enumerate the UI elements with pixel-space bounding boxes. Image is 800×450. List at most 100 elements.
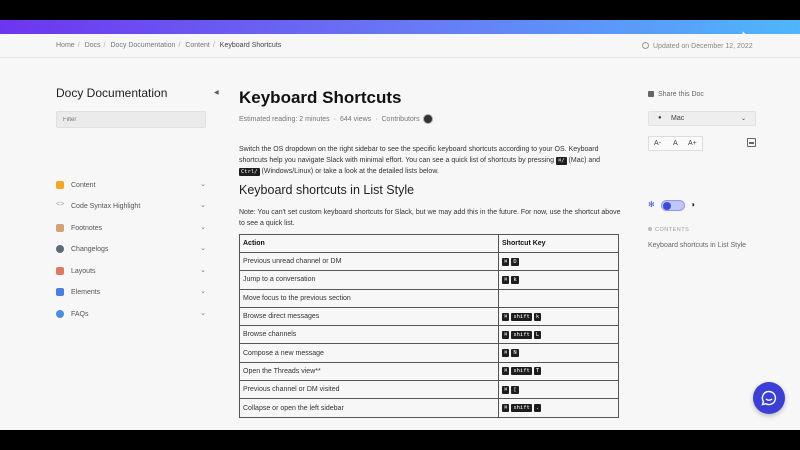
content-icon — [56, 181, 64, 189]
shortcut-key: shift — [511, 312, 532, 321]
shortcut-cell: ⌘ shift L — [498, 325, 619, 345]
font-reset-button[interactable]: A — [673, 140, 678, 147]
shortcut-key: ⌘ — [502, 367, 510, 376]
action-cell: Open the Threads view** — [239, 361, 499, 382]
shortcut-key: N — [511, 349, 519, 358]
mac-shortcut-key: ⌘/ — [555, 157, 567, 165]
action-cell: Previous unread channel or DM — [239, 251, 499, 272]
shortcut-cell — [498, 288, 619, 308]
table-row: Previous channel or DM visited ⌘[ — [239, 380, 619, 400]
intro-text: Switch the OS dropdown on the right side… — [239, 146, 599, 164]
shortcut-key: k — [511, 275, 519, 284]
table-row: Browse channels ⌘ shift L — [239, 325, 619, 345]
action-cell: Browse channels — [239, 325, 499, 345]
reading-time: Estimated reading: 2 minutes — [239, 116, 330, 123]
sidebar-filter-input[interactable] — [56, 111, 206, 128]
shortcut-key: ⌘ — [502, 312, 510, 321]
chevron-down-icon[interactable]: ⌄ — [200, 201, 206, 209]
code-icon: <> — [56, 201, 65, 208]
contents-heading-label: CONTENTS — [655, 227, 690, 233]
sidebar-item-label: Layouts — [71, 268, 96, 275]
table-row: Open the Threads view** ⌘ shift T — [239, 361, 619, 382]
breadcrumb-docs[interactable]: Docs — [85, 42, 101, 49]
table-header-row: Action Shortcut Key — [239, 234, 619, 253]
sidebar-item-label: Code Syntax Highlight — [71, 203, 141, 210]
sidebar-item-code-syntax[interactable]: <> Code Syntax Highlight ⌄ — [56, 201, 208, 215]
breadcrumb-home[interactable]: Home — [56, 42, 75, 49]
table-row: Move focus to the previous section — [239, 288, 619, 308]
layouts-icon — [56, 267, 64, 275]
chevron-down-icon[interactable]: ⌄ — [200, 287, 206, 295]
shortcut-key: shift — [511, 404, 532, 413]
action-cell: Move focus to the previous section — [239, 288, 499, 308]
contributors-label: Contributors — [381, 116, 420, 123]
sidebar-item-label: Content — [71, 182, 96, 189]
article-meta: Estimated reading: 2 minutes · 644 views · C… — [239, 114, 433, 124]
chevron-down-icon[interactable]: ⌄ — [200, 223, 206, 231]
shortcut-key: ⌘ — [502, 385, 510, 394]
sidebar-item-content[interactable]: Content ⌄ — [56, 180, 208, 194]
sidebar-collapse-icon[interactable]: ◀ — [214, 89, 219, 96]
shortcut-key: [ — [511, 385, 519, 394]
dark-mode-toggle[interactable] — [661, 200, 685, 211]
font-decrease-button[interactable]: A- — [654, 140, 661, 147]
sidebar-item-layouts[interactable]: Layouts ⌄ — [56, 266, 208, 280]
shortcut-key: k — [533, 312, 542, 321]
intro-paragraph: Switch the OS dropdown on the right side… — [239, 144, 621, 177]
contents-link[interactable]: Keyboard shortcuts in List Style — [648, 242, 746, 249]
chevron-down-icon[interactable]: ⌄ — [200, 180, 206, 188]
chevron-down-icon: ⌄ — [740, 116, 746, 122]
breadcrumb-bar: Home / Docs / Docy Documentation / Content /… — [0, 34, 800, 58]
shortcut-cell: ⌘ k — [498, 270, 619, 290]
breadcrumb-content[interactable]: Content — [185, 42, 210, 49]
intro-text: (Mac) and — [566, 157, 601, 164]
moon-icon: ◗ — [691, 200, 696, 209]
sidebar-item-faqs[interactable]: FAQs ⌄ — [56, 309, 208, 323]
share-doc[interactable]: Share this Doc — [648, 91, 704, 98]
sun-icon: ✻ — [648, 200, 655, 209]
avatar[interactable] — [422, 114, 433, 124]
action-cell: Previous channel or DM visited — [239, 380, 499, 400]
action-cell: Collapse or open the left sidebar — [239, 398, 499, 418]
breadcrumb-current: Keyboard Shortcuts — [219, 42, 282, 49]
section-heading: Keyboard shortcuts in List Style — [239, 183, 415, 197]
sidebar-title[interactable]: Docy Documentation — [56, 86, 167, 100]
chevron-down-icon[interactable]: ⌄ — [200, 266, 206, 274]
font-increase-button[interactable]: A+ — [688, 140, 697, 147]
sidebar-item-label: Footnotes — [71, 225, 103, 232]
chat-button[interactable] — [753, 382, 785, 414]
shortcuts-table: Action Shortcut Key Previous unread chan… — [239, 234, 619, 418]
chevron-down-icon[interactable]: ⌄ — [200, 244, 206, 252]
share-label: Share this Doc — [658, 91, 704, 98]
chat-icon — [761, 390, 777, 406]
os-dropdown[interactable]: ● Mac ⌄ — [648, 111, 756, 126]
sidebar-item-changelogs[interactable]: Changelogs ⌄ — [56, 244, 208, 258]
top-black-bar — [0, 0, 800, 20]
sidebar-item-elements[interactable]: Elements ⌄ — [56, 287, 208, 301]
shortcut-key: shift — [511, 367, 532, 376]
note-paragraph: Note: You can't set custom keyboard shor… — [239, 209, 621, 227]
contents-icon — [648, 227, 652, 231]
shortcut-key: ⌘ — [502, 257, 510, 266]
chevron-down-icon[interactable]: ⌄ — [200, 309, 206, 317]
column-header-shortcut: Shortcut Key — [498, 234, 619, 253]
contents-heading: CONTENTS — [648, 227, 689, 233]
shortcut-key: shift — [511, 330, 532, 339]
print-icon[interactable] — [747, 138, 756, 147]
shortcut-key: T — [533, 367, 542, 376]
shortcut-key: ⌘ — [502, 275, 510, 284]
apple-icon: ● — [658, 115, 662, 121]
shortcut-cell: ⌘ shift T — [498, 361, 619, 382]
breadcrumb-docy-documentation[interactable]: Docy Documentation — [110, 42, 175, 49]
action-cell: Jump to a conversation — [239, 270, 499, 290]
table-row: Browse direct messages ⌘ shift k — [239, 306, 619, 327]
action-cell: Browse direct messages — [239, 306, 499, 327]
toggle-knob — [663, 202, 671, 210]
shortcut-key: ⌘ — [502, 404, 510, 413]
table-body: Previous unread channel or DM ⌘ D Jump to a… — [239, 251, 619, 418]
shortcut-key: ⌘ — [502, 330, 510, 339]
sidebar-item-footnotes[interactable]: Footnotes ⌄ — [56, 223, 208, 237]
faqs-icon — [56, 310, 64, 318]
action-cell: Compose a new message — [239, 343, 499, 363]
clock-icon — [642, 42, 649, 49]
